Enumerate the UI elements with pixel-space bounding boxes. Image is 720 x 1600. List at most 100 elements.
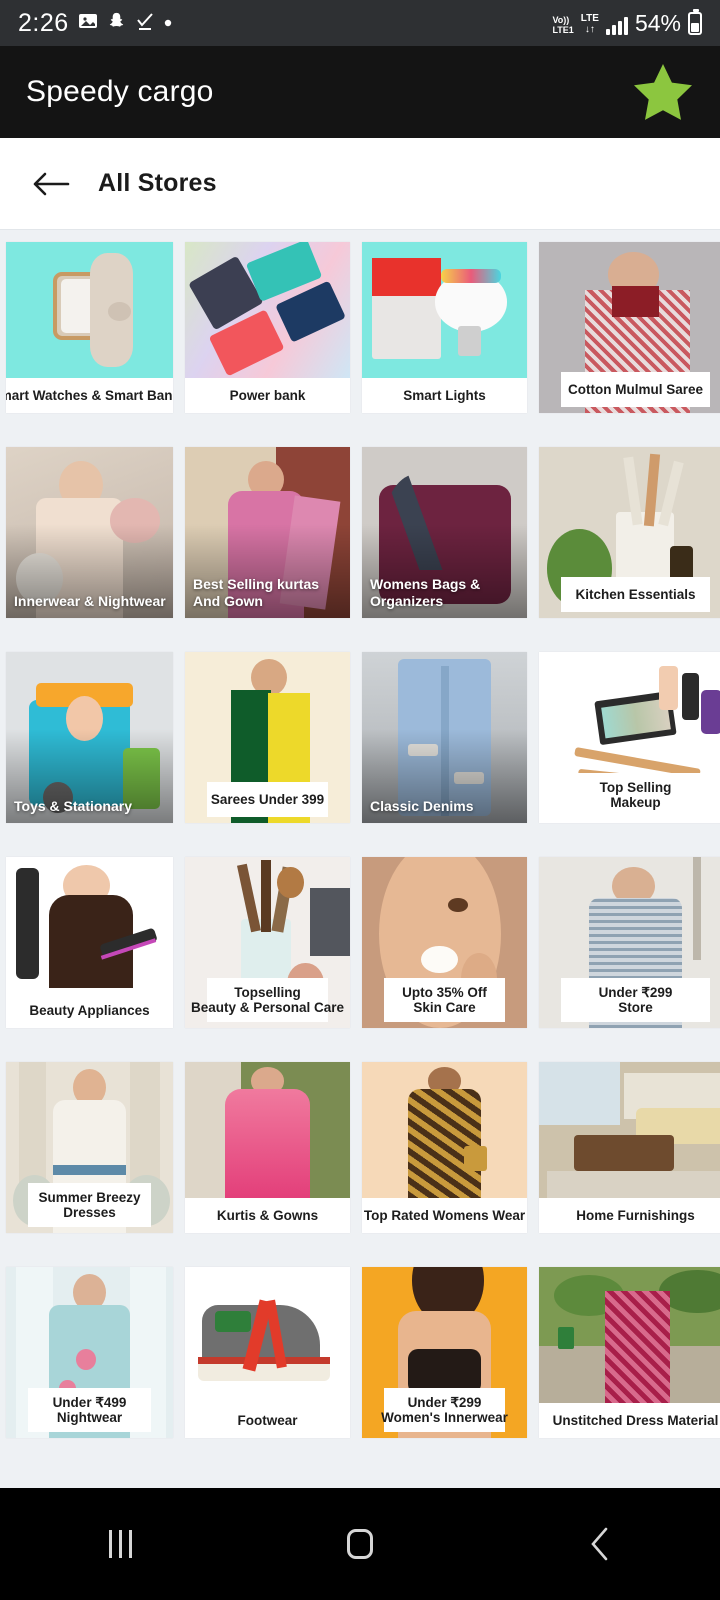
store-grid-cell: Kitchen Essentials xyxy=(533,439,720,644)
store-grid-cell: Kurtis & Gowns xyxy=(179,1054,356,1259)
store-card[interactable]: Sarees Under 399 xyxy=(185,652,350,823)
store-card[interactable]: Under ₹499 Nightwear xyxy=(6,1267,173,1438)
caption-line-1: Innerwear & Nightwear xyxy=(14,593,166,609)
caption-line-2: Women's Innerwear xyxy=(381,1410,508,1425)
store-card[interactable]: Topselling Beauty & Personal Care xyxy=(185,857,350,1028)
caption-line-1: Sarees Under 399 xyxy=(210,792,325,807)
caption-line-1: Under ₹299 xyxy=(598,985,673,1000)
store-card[interactable]: Summer Breezy Dresses xyxy=(6,1062,173,1233)
store-grid-cell: Under ₹299 Women's Innerwear xyxy=(356,1259,533,1464)
store-card[interactable]: Cotton Mulmul Saree xyxy=(539,242,720,413)
store-card-caption: Home Furnishings xyxy=(539,1198,720,1233)
store-grid-row: Innerwear & Nightwear Best Selling kurtas… xyxy=(0,439,720,644)
store-grid-cell: Home Furnishings xyxy=(533,1054,720,1259)
store-card-caption: Womens Bags & Organizers xyxy=(370,576,521,610)
caption-line-1: Kurtis & Gowns xyxy=(216,1208,319,1223)
app-bar: Speedy cargo xyxy=(0,46,720,138)
store-card[interactable]: Kitchen Essentials xyxy=(539,447,720,618)
caption-line-1: Under ₹499 xyxy=(52,1395,127,1410)
store-grid-cell: Topselling Beauty & Personal Care xyxy=(179,849,356,1054)
back-chevron-icon[interactable] xyxy=(565,1516,635,1572)
signal-bars-icon xyxy=(605,15,628,35)
hair-straightener-image xyxy=(6,857,173,993)
pink-gown-image xyxy=(185,1062,350,1198)
store-card[interactable]: Toys & Stationary xyxy=(6,652,173,823)
store-grid-cell: Innerwear & Nightwear xyxy=(0,439,179,644)
caption-line-1: Topselling xyxy=(234,985,301,1000)
caption-line-1: Power bank xyxy=(229,388,306,403)
dot-icon xyxy=(164,14,172,32)
status-bar-right: Vo)) LTE1 LTE ↓↑ 54% xyxy=(552,9,702,36)
store-card[interactable]: Womens Bags & Organizers xyxy=(362,447,527,618)
store-card[interactable]: Upto 35% Off Skin Care xyxy=(362,857,527,1028)
battery-percent: 54% xyxy=(634,10,681,36)
store-card[interactable]: Top Selling Makeup xyxy=(539,652,720,823)
caption-line-1: Kitchen Essentials xyxy=(575,587,696,602)
status-bar-left: 2:26 xyxy=(18,9,172,38)
sub-header: All Stores xyxy=(0,138,720,230)
caption-line-1: Smart Watches & Smart Bands xyxy=(6,388,173,403)
store-grid-cell: Toys & Stationary xyxy=(0,644,179,849)
store-grid-row: Toys & Stationary Sarees Under 399 Classic… xyxy=(0,644,720,849)
store-grid-cell: Upto 35% Off Skin Care xyxy=(356,849,533,1054)
dress-material-image xyxy=(539,1267,720,1403)
caption-line-1: Beauty Appliances xyxy=(29,1003,150,1018)
caption-line-2: Skin Care xyxy=(413,1000,476,1015)
store-grid-cell: Smart Watches & Smart Bands xyxy=(0,234,179,439)
store-card-caption: Under ₹499 Nightwear xyxy=(28,1388,151,1432)
store-card-caption: Sarees Under 399 xyxy=(207,782,328,817)
store-card[interactable]: Smart Lights xyxy=(362,242,527,413)
store-card-caption: Smart Watches & Smart Bands xyxy=(6,378,173,413)
store-grid-cell: Unstitched Dress Material xyxy=(533,1259,720,1464)
recents-icon[interactable] xyxy=(85,1516,155,1572)
caption-line-1: Smart Lights xyxy=(403,388,486,403)
system-nav-bar xyxy=(0,1488,720,1600)
caption-line-2: Beauty & Personal Care xyxy=(190,1000,345,1015)
store-card[interactable]: Unstitched Dress Material xyxy=(539,1267,720,1438)
store-card-caption: Classic Denims xyxy=(370,798,521,815)
store-card[interactable]: Kurtis & Gowns xyxy=(185,1062,350,1233)
caption-line-2: Dresses xyxy=(63,1205,116,1220)
store-card-caption: Best Selling kurtas And Gown xyxy=(193,576,344,610)
store-card[interactable]: Footwear xyxy=(185,1267,350,1438)
store-card[interactable]: Best Selling kurtas And Gown xyxy=(185,447,350,618)
store-grid-row: Summer Breezy Dresses Kurtis & Gowns Top Ra… xyxy=(0,1054,720,1259)
volte-indicator: Vo)) LTE1 xyxy=(552,15,574,35)
store-card[interactable]: Beauty Appliances xyxy=(6,857,173,1028)
caption-line-2: Nightwear xyxy=(56,1410,123,1425)
caption-line-1: Cotton Mulmul Saree xyxy=(567,382,703,397)
store-card[interactable]: Innerwear & Nightwear xyxy=(6,447,173,618)
printed-gown-image xyxy=(362,1062,527,1198)
store-card-caption: Top Selling Makeup xyxy=(561,773,710,817)
store-card-caption: Innerwear & Nightwear xyxy=(14,593,167,610)
caption-line-1: Home Furnishings xyxy=(576,1208,695,1223)
store-grid-cell: Best Selling kurtas And Gown xyxy=(179,439,356,644)
store-grid-cell: Under ₹499 Nightwear xyxy=(0,1259,179,1464)
store-card[interactable]: Power bank xyxy=(185,242,350,413)
caption-line-2: Makeup xyxy=(610,795,661,810)
caption-line-1: Toys & Stationary xyxy=(14,798,132,814)
store-grid-cell: Sarees Under 399 xyxy=(179,644,356,849)
store-card-caption: Cotton Mulmul Saree xyxy=(561,372,710,407)
store-card-caption: Beauty Appliances xyxy=(6,993,173,1028)
store-card[interactable]: Under ₹299 Store xyxy=(539,857,720,1028)
store-grid-row: Beauty Appliances Topselling Beauty & Pers… xyxy=(0,849,720,1054)
sneaker-image xyxy=(185,1267,350,1403)
caption-line-1: Upto 35% Off xyxy=(402,985,487,1000)
star-icon[interactable] xyxy=(632,61,694,123)
store-card[interactable]: Under ₹299 Women's Innerwear xyxy=(362,1267,527,1438)
store-card-caption: Topselling Beauty & Personal Care xyxy=(191,978,344,1022)
arrow-left-icon[interactable] xyxy=(28,161,74,207)
store-grid-cell: Womens Bags & Organizers xyxy=(356,439,533,644)
store-grid-cell: Beauty Appliances xyxy=(0,849,179,1054)
store-grid-cell: Power bank xyxy=(179,234,356,439)
store-card-caption: Top Rated Womens Wear xyxy=(362,1198,527,1233)
clock: 2:26 xyxy=(18,8,69,37)
store-card[interactable]: Top Rated Womens Wear xyxy=(362,1062,527,1233)
home-icon[interactable] xyxy=(325,1516,395,1572)
store-grid-cell: Under ₹299 Store xyxy=(533,849,720,1054)
store-card[interactable]: Home Furnishings xyxy=(539,1062,720,1233)
store-card[interactable]: Classic Denims xyxy=(362,652,527,823)
store-card[interactable]: Smart Watches & Smart Bands xyxy=(6,242,173,413)
smart-watch-image xyxy=(6,242,173,378)
